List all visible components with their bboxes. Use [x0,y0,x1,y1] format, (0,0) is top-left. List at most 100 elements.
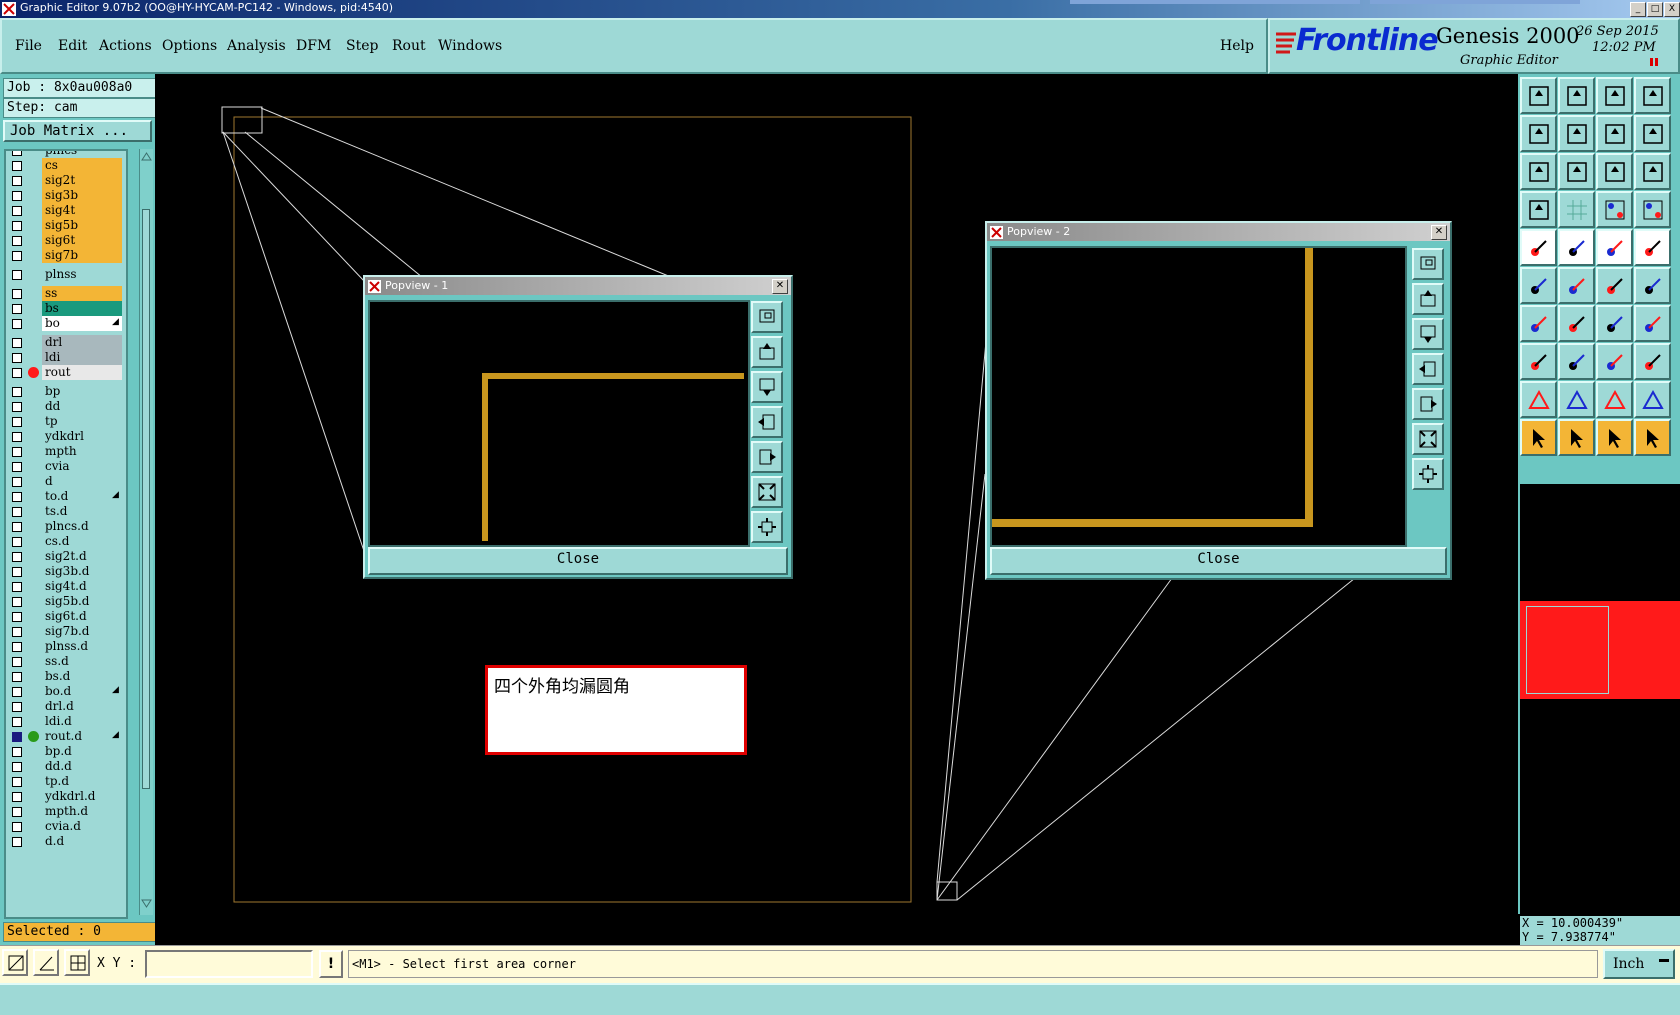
layer-checkbox[interactable] [12,353,22,363]
arc-select-button[interactable] [1520,343,1557,380]
popview-2-close-button[interactable]: Close [990,547,1447,575]
flip-h-button[interactable] [1634,305,1671,342]
layer-row[interactable]: dd.d [6,759,122,774]
popview-2-pan-up-button[interactable] [1412,283,1444,315]
layer-checkbox[interactable] [12,368,22,378]
slash-button[interactable] [1558,305,1595,342]
minimize-button[interactable]: _ [1630,2,1646,17]
layer-name[interactable]: plncs.d [42,519,122,534]
layer-checkbox[interactable] [12,822,22,832]
layer-checkbox[interactable] [12,597,22,607]
layer-row[interactable]: to.d ◢ [6,489,122,504]
layer-checkbox[interactable] [12,161,22,171]
layer-row[interactable]: plnss.d [6,639,122,654]
layer-name[interactable]: ss [42,286,122,301]
zoom-area-button[interactable] [1558,153,1595,190]
layer-checkbox[interactable] [12,191,22,201]
layer-checkbox[interactable] [12,657,22,667]
ruler-button[interactable] [1596,229,1633,266]
snap-curve-button[interactable] [1634,115,1671,152]
triangle-4-button[interactable] [1634,381,1671,418]
layer-name[interactable]: sig7b [42,248,122,263]
popview-1-pan-down-button[interactable] [751,371,783,403]
menu-rout[interactable]: Rout [392,38,426,54]
layer-checkbox[interactable] [12,537,22,547]
layer-row[interactable]: sig2t.d [6,549,122,564]
layer-row[interactable]: bo.d ◢ [6,684,122,699]
layer-red-button[interactable] [1596,191,1633,228]
layer-name[interactable]: ydkdrl.d [42,789,122,804]
layer-checkbox[interactable] [12,747,22,757]
layer-row[interactable]: dd [6,399,122,414]
layer-checkbox[interactable] [12,319,22,329]
layer-row[interactable]: sig6t.d [6,609,122,624]
menu-help[interactable]: Help [1220,38,1254,54]
layer-name[interactable]: mpth [42,444,122,459]
rotate-button[interactable] [1596,305,1633,342]
overview-panel[interactable] [1518,484,1680,914]
layer-row[interactable]: mpth.d [6,804,122,819]
popview-2-zoom-fit-button[interactable] [1412,248,1444,280]
layer-row[interactable]: plncs [6,151,122,158]
layer-checkbox[interactable] [12,567,22,577]
pointer-button[interactable] [1520,419,1557,456]
popview-2-zoom-in-button[interactable] [1412,458,1444,490]
layer-row[interactable]: tp.d [6,774,122,789]
layer-name[interactable]: bo [42,316,122,331]
snap-mode-button[interactable] [2,949,28,976]
job-matrix-button[interactable]: Job Matrix ... [3,120,152,142]
layer-row[interactable]: bs [6,301,122,316]
layer-row[interactable]: ss [6,286,122,301]
layer-row[interactable]: bp.d [6,744,122,759]
layer-row[interactable]: ydkdrl [6,429,122,444]
layer-checkbox[interactable] [12,627,22,637]
layer-checkbox[interactable] [12,289,22,299]
layer-checkbox[interactable] [12,582,22,592]
popview-1-close-button[interactable]: Close [368,547,788,575]
layer-row[interactable]: sig6t [6,233,122,248]
popview-1-zoom-fit-button[interactable] [751,301,783,333]
arc-pt-button[interactable] [1596,267,1633,304]
layer-checkbox[interactable] [12,462,22,472]
circle-button[interactable] [1634,229,1671,266]
layer-name[interactable]: sig2t [42,173,122,188]
layer-checkbox[interactable] [12,270,22,280]
scroll-down-icon[interactable] [141,899,152,909]
layer-name[interactable]: sig4t.d [42,579,122,594]
flip-button[interactable] [1596,115,1633,152]
layer-name[interactable]: tp.d [42,774,122,789]
grid-button[interactable] [1558,191,1595,228]
layer-row[interactable]: sig7b [6,248,122,263]
layer-row[interactable]: drl [6,335,122,350]
layer-checkbox[interactable] [12,236,22,246]
layer-checkbox[interactable] [12,642,22,652]
layer-name[interactable]: to.d [42,489,122,504]
layer-checkbox[interactable] [12,447,22,457]
menu-dfm[interactable]: DFM [296,38,331,54]
layer-row[interactable]: ss.d [6,654,122,669]
layer-name[interactable]: ldi [42,350,122,365]
cross-button[interactable] [1558,267,1595,304]
measure-button[interactable] [1520,191,1557,228]
layer-name[interactable]: sig3b.d [42,564,122,579]
layer-name[interactable]: mpth.d [42,804,122,819]
layer-name[interactable]: dd.d [42,759,122,774]
layer-row[interactable]: bp [6,384,122,399]
layer-checkbox[interactable] [12,492,22,502]
layer-name[interactable]: sig2t.d [42,549,122,564]
zoom-back-button[interactable] [1558,77,1595,114]
connect-button[interactable] [1520,267,1557,304]
layer-row[interactable]: ldi.d [6,714,122,729]
layer-row[interactable]: d.d [6,834,122,849]
layer-checkbox[interactable] [12,206,22,216]
xy-input[interactable] [145,950,313,978]
menu-windows[interactable]: Windows [438,38,502,54]
layer-name[interactable]: bs.d [42,669,122,684]
layer-checkbox[interactable] [12,251,22,261]
layer-name[interactable]: drl [42,335,122,350]
layer-name[interactable]: cvia [42,459,122,474]
layer-row[interactable]: plncs.d [6,519,122,534]
layer-row[interactable]: cs [6,158,122,173]
layer-row[interactable]: cvia.d [6,819,122,834]
exclamation-button[interactable]: ! [319,950,343,978]
